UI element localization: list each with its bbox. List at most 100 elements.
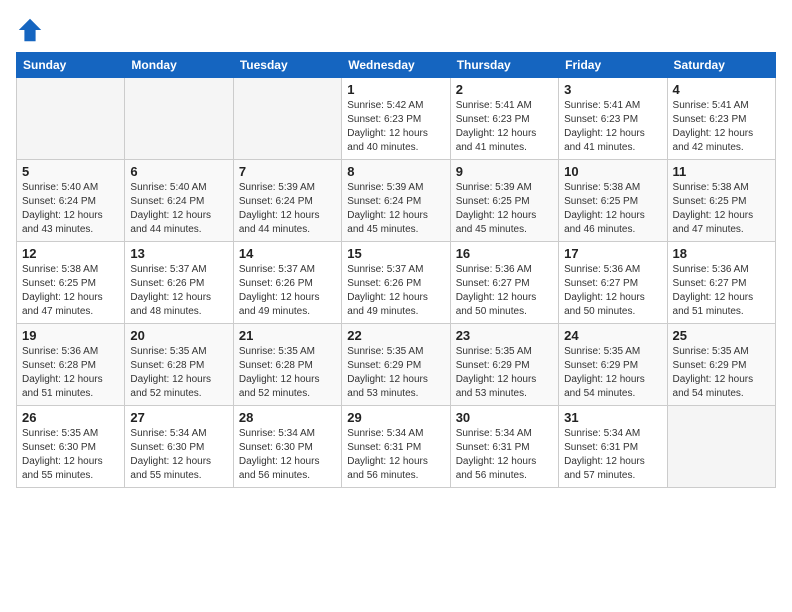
weekday-header-wednesday: Wednesday — [342, 53, 450, 78]
calendar-cell: 13 Sunrise: 5:37 AMSunset: 6:26 PMDayligh… — [125, 242, 233, 324]
day-number: 10 — [564, 164, 661, 179]
calendar-cell: 8 Sunrise: 5:39 AMSunset: 6:24 PMDaylight… — [342, 160, 450, 242]
day-info: Sunrise: 5:40 AMSunset: 6:24 PMDaylight:… — [130, 181, 227, 237]
day-number: 21 — [239, 328, 336, 343]
day-number: 2 — [456, 82, 553, 97]
day-number: 23 — [456, 328, 553, 343]
calendar-cell: 28 Sunrise: 5:34 AMSunset: 6:30 PMDayligh… — [233, 406, 341, 488]
weekday-header-sunday: Sunday — [17, 53, 125, 78]
calendar-cell: 3 Sunrise: 5:41 AMSunset: 6:23 PMDaylight… — [559, 78, 667, 160]
calendar-cell: 5Sunrise: 5:40 AMSunset: 6:24 PMDaylight… — [17, 160, 125, 242]
day-number: 16 — [456, 246, 553, 261]
day-number: 7 — [239, 164, 336, 179]
calendar-cell: 1Sunrise: 5:42 AMSunset: 6:23 PMDaylight… — [342, 78, 450, 160]
day-info: Sunrise: 5:37 AMSunset: 6:26 PMDaylight:… — [130, 263, 227, 319]
calendar-cell: 24 Sunrise: 5:35 AMSunset: 6:29 PMDayligh… — [559, 324, 667, 406]
calendar-cell: 26 Sunrise: 5:35 AMSunset: 6:30 PMDayligh… — [17, 406, 125, 488]
calendar-cell: 31 Sunrise: 5:34 AMSunset: 6:31 PMDayligh… — [559, 406, 667, 488]
calendar-week-row: 26 Sunrise: 5:35 AMSunset: 6:30 PMDayligh… — [17, 406, 776, 488]
day-number: 24 — [564, 328, 661, 343]
calendar-cell: 14 Sunrise: 5:37 AMSunset: 6:26 PMDayligh… — [233, 242, 341, 324]
day-info: Sunrise: 5:36 AMSunset: 6:28 PMDaylight:… — [22, 345, 119, 401]
calendar-header-row: SundayMondayTuesdayWednesdayThursdayFrid… — [17, 53, 776, 78]
day-number: 3 — [564, 82, 661, 97]
day-info: Sunrise: 5:34 AMSunset: 6:30 PMDaylight:… — [239, 427, 336, 483]
calendar-cell: 30 Sunrise: 5:34 AMSunset: 6:31 PMDayligh… — [450, 406, 558, 488]
day-number: 30 — [456, 410, 553, 425]
calendar-week-row: 5Sunrise: 5:40 AMSunset: 6:24 PMDaylight… — [17, 160, 776, 242]
calendar-cell: 19 Sunrise: 5:36 AMSunset: 6:28 PMDayligh… — [17, 324, 125, 406]
calendar-cell: 21 Sunrise: 5:35 AMSunset: 6:28 PMDayligh… — [233, 324, 341, 406]
day-info: Sunrise: 5:35 AMSunset: 6:30 PMDaylight:… — [22, 427, 119, 483]
calendar-cell: 27Sunrise: 5:34 AMSunset: 6:30 PMDayligh… — [125, 406, 233, 488]
day-number: 17 — [564, 246, 661, 261]
calendar-cell: 10 Sunrise: 5:38 AMSunset: 6:25 PMDayligh… — [559, 160, 667, 242]
day-info: Sunrise: 5:34 AMSunset: 6:31 PMDaylight:… — [564, 427, 661, 483]
page-header — [16, 16, 776, 44]
day-number: 4 — [673, 82, 770, 97]
calendar-cell: 25 Sunrise: 5:35 AMSunset: 6:29 PMDayligh… — [667, 324, 775, 406]
day-info: Sunrise: 5:35 AMSunset: 6:29 PMDaylight:… — [456, 345, 553, 401]
day-info: Sunrise: 5:35 AMSunset: 6:29 PMDaylight:… — [673, 345, 770, 401]
calendar-cell: 12 Sunrise: 5:38 AMSunset: 6:25 PMDayligh… — [17, 242, 125, 324]
calendar-cell: 11Sunrise: 5:38 AMSunset: 6:25 PMDayligh… — [667, 160, 775, 242]
calendar-cell — [667, 406, 775, 488]
day-number: 15 — [347, 246, 444, 261]
day-number: 22 — [347, 328, 444, 343]
day-number: 6 — [130, 164, 227, 179]
calendar-week-row: 1Sunrise: 5:42 AMSunset: 6:23 PMDaylight… — [17, 78, 776, 160]
calendar-cell: 16Sunrise: 5:36 AMSunset: 6:27 PMDayligh… — [450, 242, 558, 324]
weekday-header-tuesday: Tuesday — [233, 53, 341, 78]
day-info: Sunrise: 5:34 AMSunset: 6:31 PMDaylight:… — [347, 427, 444, 483]
day-info: Sunrise: 5:37 AMSunset: 6:26 PMDaylight:… — [347, 263, 444, 319]
calendar-cell: 22 Sunrise: 5:35 AMSunset: 6:29 PMDayligh… — [342, 324, 450, 406]
day-info: Sunrise: 5:35 AMSunset: 6:29 PMDaylight:… — [564, 345, 661, 401]
day-number: 13 — [130, 246, 227, 261]
calendar-table: SundayMondayTuesdayWednesdayThursdayFrid… — [16, 52, 776, 488]
calendar-cell: 17 Sunrise: 5:36 AMSunset: 6:27 PMDayligh… — [559, 242, 667, 324]
calendar-cell: 7 Sunrise: 5:39 AMSunset: 6:24 PMDaylight… — [233, 160, 341, 242]
day-info: Sunrise: 5:39 AMSunset: 6:24 PMDaylight:… — [239, 181, 336, 237]
weekday-header-monday: Monday — [125, 53, 233, 78]
day-info: Sunrise: 5:34 AMSunset: 6:31 PMDaylight:… — [456, 427, 553, 483]
day-info: Sunrise: 5:41 AMSunset: 6:23 PMDaylight:… — [673, 99, 770, 155]
day-number: 8 — [347, 164, 444, 179]
calendar-cell — [233, 78, 341, 160]
day-number: 31 — [564, 410, 661, 425]
day-info: Sunrise: 5:38 AMSunset: 6:25 PMDaylight:… — [564, 181, 661, 237]
day-number: 18 — [673, 246, 770, 261]
day-info: Sunrise: 5:40 AMSunset: 6:24 PMDaylight:… — [22, 181, 119, 237]
calendar-cell: 15 Sunrise: 5:37 AMSunset: 6:26 PMDayligh… — [342, 242, 450, 324]
day-info: Sunrise: 5:38 AMSunset: 6:25 PMDaylight:… — [22, 263, 119, 319]
day-number: 29 — [347, 410, 444, 425]
day-info: Sunrise: 5:39 AMSunset: 6:24 PMDaylight:… — [347, 181, 444, 237]
logo — [16, 16, 48, 44]
day-number: 25 — [673, 328, 770, 343]
day-number: 19 — [22, 328, 119, 343]
day-number: 26 — [22, 410, 119, 425]
weekday-header-saturday: Saturday — [667, 53, 775, 78]
day-number: 12 — [22, 246, 119, 261]
day-number: 20 — [130, 328, 227, 343]
calendar-cell: 2Sunrise: 5:41 AMSunset: 6:23 PMDaylight… — [450, 78, 558, 160]
day-info: Sunrise: 5:42 AMSunset: 6:23 PMDaylight:… — [347, 99, 444, 155]
day-info: Sunrise: 5:41 AMSunset: 6:23 PMDaylight:… — [564, 99, 661, 155]
day-info: Sunrise: 5:35 AMSunset: 6:28 PMDaylight:… — [130, 345, 227, 401]
day-number: 14 — [239, 246, 336, 261]
day-number: 28 — [239, 410, 336, 425]
weekday-header-friday: Friday — [559, 53, 667, 78]
calendar-cell — [17, 78, 125, 160]
day-number: 11 — [673, 164, 770, 179]
day-number: 27 — [130, 410, 227, 425]
day-info: Sunrise: 5:36 AMSunset: 6:27 PMDaylight:… — [564, 263, 661, 319]
day-info: Sunrise: 5:36 AMSunset: 6:27 PMDaylight:… — [673, 263, 770, 319]
calendar-cell: 9Sunrise: 5:39 AMSunset: 6:25 PMDaylight… — [450, 160, 558, 242]
calendar-cell: 20 Sunrise: 5:35 AMSunset: 6:28 PMDayligh… — [125, 324, 233, 406]
day-info: Sunrise: 5:35 AMSunset: 6:29 PMDaylight:… — [347, 345, 444, 401]
calendar-week-row: 12 Sunrise: 5:38 AMSunset: 6:25 PMDayligh… — [17, 242, 776, 324]
day-number: 9 — [456, 164, 553, 179]
day-info: Sunrise: 5:35 AMSunset: 6:28 PMDaylight:… — [239, 345, 336, 401]
calendar-cell: 18 Sunrise: 5:36 AMSunset: 6:27 PMDayligh… — [667, 242, 775, 324]
day-info: Sunrise: 5:37 AMSunset: 6:26 PMDaylight:… — [239, 263, 336, 319]
calendar-cell: 23 Sunrise: 5:35 AMSunset: 6:29 PMDayligh… — [450, 324, 558, 406]
